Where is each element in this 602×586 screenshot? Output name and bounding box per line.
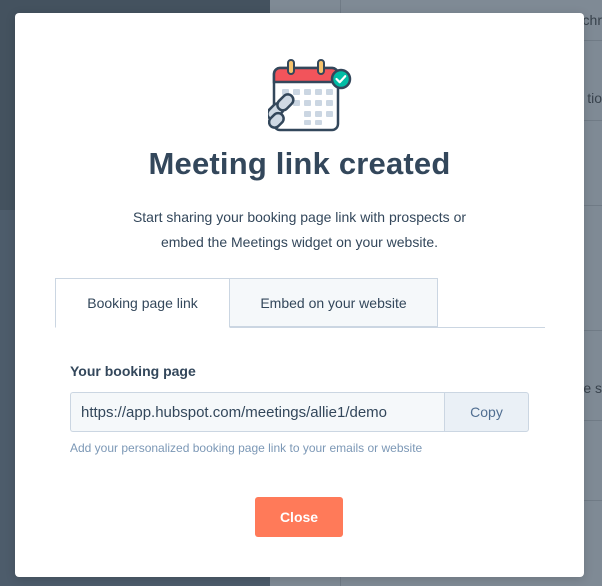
- copy-button[interactable]: Copy: [444, 392, 529, 432]
- subtitle-line: Start sharing your booking page link wit…: [132, 209, 467, 225]
- link-type-tabs: Booking page link Embed on your website: [55, 278, 545, 328]
- help-text: Add your personalized booking page link …: [70, 441, 423, 455]
- close-button[interactable]: Close: [255, 497, 343, 537]
- modal-subtitle: Start sharing your booking page link wit…: [15, 205, 584, 255]
- booking-page-label: Your booking page: [70, 363, 196, 379]
- tab-booking-page-link[interactable]: Booking page link: [55, 278, 230, 328]
- subtitle-line: embed the Meetings widget on your websit…: [160, 234, 439, 250]
- checkmark-badge-icon: [330, 68, 352, 90]
- tab-embed-on-website[interactable]: Embed on your website: [229, 278, 438, 327]
- background-text: e s: [583, 380, 602, 396]
- background-text: chr: [582, 12, 602, 28]
- booking-url-group: Copy: [70, 392, 529, 432]
- booking-url-input[interactable]: [70, 392, 445, 432]
- modal-title: Meeting link created: [148, 146, 451, 181]
- meeting-link-modal: Meeting link created Start sharing your …: [15, 13, 584, 577]
- background-text: tio: [587, 90, 602, 106]
- calendar-link-illustration: [268, 59, 352, 132]
